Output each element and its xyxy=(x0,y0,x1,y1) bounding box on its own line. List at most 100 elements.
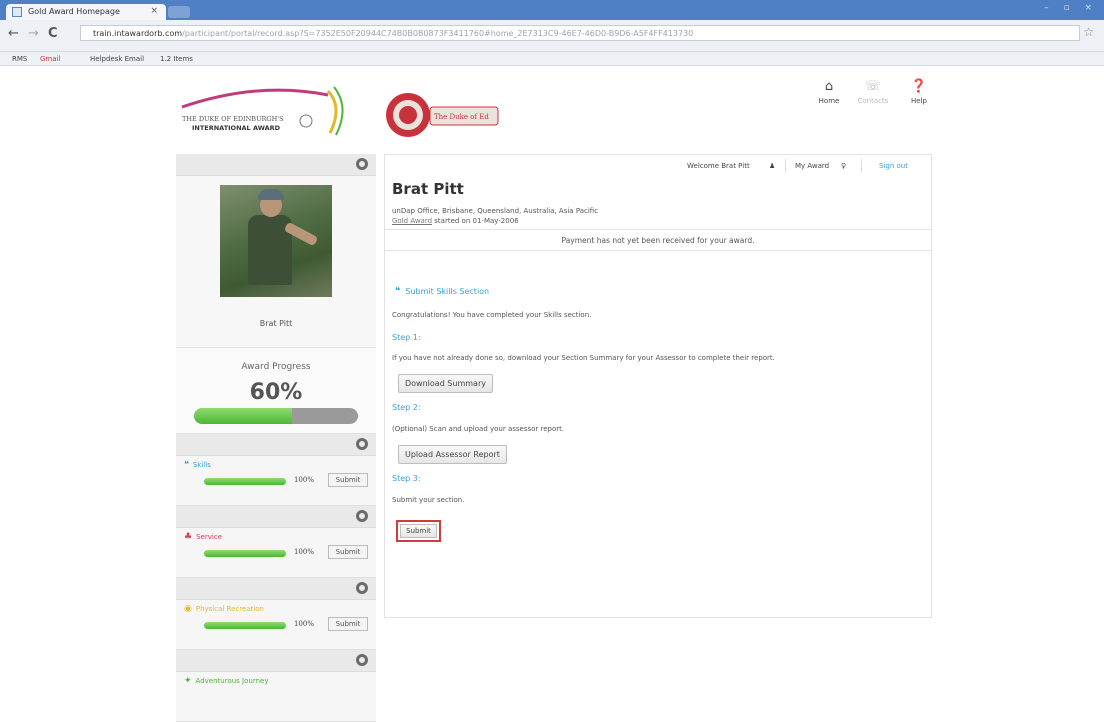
browser-tab[interactable]: Gold Award Homepage × xyxy=(6,4,166,20)
section-journey-label: Adventurous Journey xyxy=(195,677,269,685)
reload-icon[interactable]: C xyxy=(48,26,58,41)
nav-help-label: Help xyxy=(911,97,927,105)
new-tab-button[interactable] xyxy=(168,6,190,18)
award-icon: ♀ xyxy=(841,162,847,170)
forward-arrow-icon[interactable]: → xyxy=(28,26,39,41)
section-skills-label: Skills xyxy=(192,461,211,469)
section-service-progress xyxy=(204,550,286,557)
section-skills-progress xyxy=(204,478,286,485)
download-summary-button[interactable]: Download Summary xyxy=(398,374,493,393)
page-content: THE DUKE OF EDINBURGH'S INTERNATIONAL AW… xyxy=(0,67,1104,722)
back-arrow-icon[interactable]: ← xyxy=(8,26,19,41)
sidebar: Brat Pitt Award Progress 60% ❝ Skills 100… xyxy=(176,154,376,722)
award-started: started on 01-May-2006 xyxy=(434,217,519,225)
step2-text: (Optional) Scan and upload your assessor… xyxy=(392,425,565,433)
close-tab-icon[interactable]: × xyxy=(150,6,158,16)
top-nav: ⌂ Home ☏ Contacts ❓ Help xyxy=(812,79,942,119)
bookmarks-bar: RMS Gmail Helpdesk Email 1.2 Items xyxy=(0,52,1104,66)
section-service-title[interactable]: ♣ Service xyxy=(184,532,222,542)
dofe-logo-line2: INTERNATIONAL AWARD xyxy=(192,124,281,132)
service-panel-header xyxy=(176,506,376,528)
main-panel: Welcome Brat Pitt ♟ My Award ♀ Sign out … xyxy=(384,154,932,618)
section-skills: ❝ Skills 100% Submit xyxy=(176,456,376,506)
section-skills-title[interactable]: ❝ Skills xyxy=(184,460,211,470)
bookmark-gmail[interactable]: Gmail xyxy=(40,55,60,63)
welcome-bar: Welcome Brat Pitt ♟ My Award ♀ Sign out xyxy=(385,155,931,177)
step3-title: Step 3: xyxy=(392,474,421,483)
journey-panel-header xyxy=(176,650,376,672)
profile-panel-header xyxy=(176,154,376,176)
divider xyxy=(785,159,786,173)
gear-icon[interactable] xyxy=(356,654,368,666)
home-icon: ⌂ xyxy=(824,79,834,94)
gear-icon[interactable] xyxy=(356,158,368,170)
bookmark-items[interactable]: 1.2 Items xyxy=(160,55,193,63)
award-progress-label: Award Progress xyxy=(241,362,311,372)
sign-out-link[interactable]: Sign out xyxy=(879,162,908,170)
page-favicon-icon xyxy=(12,7,22,17)
physical-panel-header xyxy=(176,578,376,600)
section-physical-recreation: ◉ Physical Recreation 100% Submit xyxy=(176,600,376,650)
section-physical-title[interactable]: ◉ Physical Recreation xyxy=(184,604,264,614)
user-icon: ♟ xyxy=(769,162,776,170)
section-service: ♣ Service 100% Submit xyxy=(176,528,376,578)
award-link[interactable]: Gold Award xyxy=(392,217,432,225)
profile-photo xyxy=(220,185,332,297)
upload-assessor-report-button[interactable]: Upload Assessor Report xyxy=(398,445,507,464)
step1-text: If you have not already done so, downloa… xyxy=(392,354,775,362)
section-physical-progress xyxy=(204,622,286,629)
bookmark-star-icon[interactable]: ☆ xyxy=(1083,25,1094,39)
section-physical-label: Physical Recreation xyxy=(195,605,264,613)
nav-help[interactable]: ❓ Help xyxy=(902,79,936,105)
section-physical-pct: 100% xyxy=(294,620,315,628)
bookmark-rms[interactable]: RMS xyxy=(12,55,27,63)
welcome-text: Welcome Brat Pitt xyxy=(687,162,750,170)
gear-icon[interactable] xyxy=(356,510,368,522)
window-controls[interactable]: – ▫ × xyxy=(1044,3,1098,13)
submit-section-title: ❝ Submit Skills Section xyxy=(395,286,489,297)
participant-location: unDap Office, Brisbane, Queensland, Aust… xyxy=(392,207,599,215)
browser-titlebar: Gold Award Homepage × – ▫ × xyxy=(0,0,1104,20)
award-progress-bar xyxy=(194,408,358,424)
award-progress-value: 60% xyxy=(249,380,303,405)
dofe-logo[interactable]: THE DUKE OF EDINBURGH'S INTERNATIONAL AW… xyxy=(178,77,353,139)
section-skills-submit-button[interactable]: Submit xyxy=(328,473,368,487)
compass-icon: ✦ xyxy=(184,676,192,686)
speech-bubble-icon: ❝ xyxy=(184,460,189,470)
profile-name: Brat Pitt xyxy=(259,319,293,328)
section-service-label: Service xyxy=(196,533,222,541)
nav-home[interactable]: ⌂ Home xyxy=(812,79,846,105)
section-service-pct: 100% xyxy=(294,548,315,556)
payment-notice: Payment has not yet been received for yo… xyxy=(385,229,931,251)
section-adventurous-journey: ✦ Adventurous Journey xyxy=(176,672,376,722)
divider xyxy=(861,159,862,173)
url-path: /participant/portal/record.asp?S=7352E50… xyxy=(182,29,694,38)
browser-toolbar: ← → C train.intawardorb.com/participant/… xyxy=(0,20,1104,52)
address-bar[interactable]: train.intawardorb.com/participant/portal… xyxy=(80,25,1080,41)
step2-title: Step 2: xyxy=(392,403,421,412)
section-journey-title[interactable]: ✦ Adventurous Journey xyxy=(184,676,268,686)
speech-bubble-icon: ❝ xyxy=(395,286,401,297)
skills-panel-header xyxy=(176,434,376,456)
nav-home-label: Home xyxy=(818,97,840,105)
url-host: train.intawardorb.com xyxy=(93,29,183,38)
section-physical-submit-button[interactable]: Submit xyxy=(328,617,368,631)
my-award-link[interactable]: My Award xyxy=(795,162,829,170)
nav-contacts[interactable]: ☏ Contacts xyxy=(856,79,890,105)
people-icon: ♣ xyxy=(184,532,193,542)
section-service-submit-button[interactable]: Submit xyxy=(328,545,368,559)
participant-name: Brat Pitt xyxy=(392,180,464,198)
section-skills-pct: 100% xyxy=(294,476,315,484)
gear-icon[interactable] xyxy=(356,582,368,594)
runner-icon: ◉ xyxy=(184,604,192,614)
submit-section-button-label: Submit xyxy=(400,524,437,538)
award-progress: Award Progress 60% xyxy=(176,348,376,434)
congrats-text: Congratulations! You have completed your… xyxy=(392,311,592,319)
gear-icon[interactable] xyxy=(356,438,368,450)
bookmark-helpdesk[interactable]: Helpdesk Email xyxy=(90,55,144,63)
duke-of-ed-seal-logo: The Duke of Ed xyxy=(386,93,499,137)
submit-section-label: Submit Skills Section xyxy=(405,287,490,296)
dofe-logo-line1: THE DUKE OF EDINBURGH'S xyxy=(182,115,284,123)
submit-section-button[interactable]: Submit xyxy=(396,520,441,542)
seal-text: The Duke of Ed xyxy=(434,113,489,121)
